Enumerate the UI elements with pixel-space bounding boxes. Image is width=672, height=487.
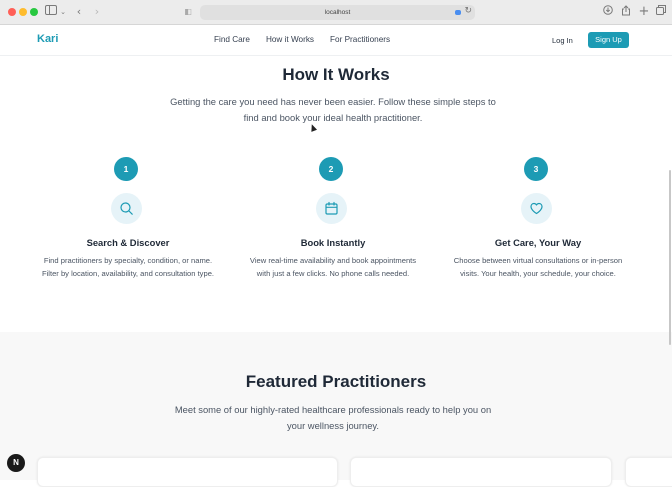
nav-find-care[interactable]: Find Care: [214, 35, 250, 44]
signup-button[interactable]: Sign Up: [588, 32, 629, 48]
step-title: Book Instantly: [300, 237, 366, 248]
chevron-down-icon[interactable]: ⌄: [59, 5, 67, 19]
nextjs-dev-badge[interactable]: N: [7, 454, 25, 472]
calendar-icon: [316, 193, 347, 224]
sidebar-icon[interactable]: [44, 5, 58, 19]
minimize-window-button[interactable]: [19, 8, 27, 16]
download-icon[interactable]: [602, 5, 614, 19]
forward-icon[interactable]: ›: [92, 5, 102, 19]
browser-toolbar: ⌄ ‹ › ◧ localhost ↻ +: [0, 0, 672, 25]
step-title: Get Care, Your Way: [494, 237, 582, 248]
zoom-window-button[interactable]: [30, 8, 38, 16]
main-nav: Find Care How it Works For Practitioners: [214, 35, 390, 44]
featured-subtitle: Meet some of our highly-rated healthcare…: [174, 404, 492, 431]
step-description: View real-time availability and book app…: [249, 256, 417, 278]
tabs-icon[interactable]: [655, 5, 667, 19]
practitioner-card[interactable]: [625, 457, 672, 487]
featured-title: Featured Practitioners: [245, 372, 427, 391]
featured-practitioners-section: Featured Practitioners Meet some of our …: [0, 332, 672, 487]
extension-icon[interactable]: [455, 10, 461, 15]
scrollbar[interactable]: [669, 170, 671, 345]
shield-icon: ◧: [184, 7, 192, 16]
logo[interactable]: Kari: [37, 33, 58, 45]
share-icon[interactable]: [620, 5, 632, 19]
step-number: 3: [524, 157, 548, 181]
back-icon[interactable]: ‹: [74, 5, 84, 19]
url-text: localhost: [324, 9, 351, 16]
step-number: 1: [114, 157, 138, 181]
heart-icon: [521, 193, 552, 224]
step-description: Choose between virtual consultations or …: [453, 256, 623, 278]
practitioner-card[interactable]: [37, 457, 338, 487]
reload-icon[interactable]: ↻: [464, 6, 472, 16]
step-number: 2: [319, 157, 343, 181]
search-icon: [111, 193, 142, 224]
nav-for-practitioners[interactable]: For Practitioners: [330, 35, 390, 44]
close-window-button[interactable]: [8, 8, 16, 16]
site-header: Kari Find Care How it Works For Practiti…: [0, 25, 672, 56]
address-bar[interactable]: localhost ↻: [200, 5, 475, 20]
how-it-works-subtitle: Getting the care you need has never been…: [170, 96, 496, 123]
how-it-works-title: How It Works: [282, 65, 390, 84]
plus-icon[interactable]: +: [638, 5, 650, 19]
nav-how-it-works[interactable]: How it Works: [266, 35, 314, 44]
practitioner-card[interactable]: [350, 457, 612, 487]
login-link[interactable]: Log In: [552, 36, 573, 45]
step-title: Search & Discover: [86, 237, 170, 248]
how-it-works-section: How It Works Getting the care you need h…: [0, 56, 672, 332]
step-description: Find practitioners by specialty, conditi…: [41, 256, 215, 278]
